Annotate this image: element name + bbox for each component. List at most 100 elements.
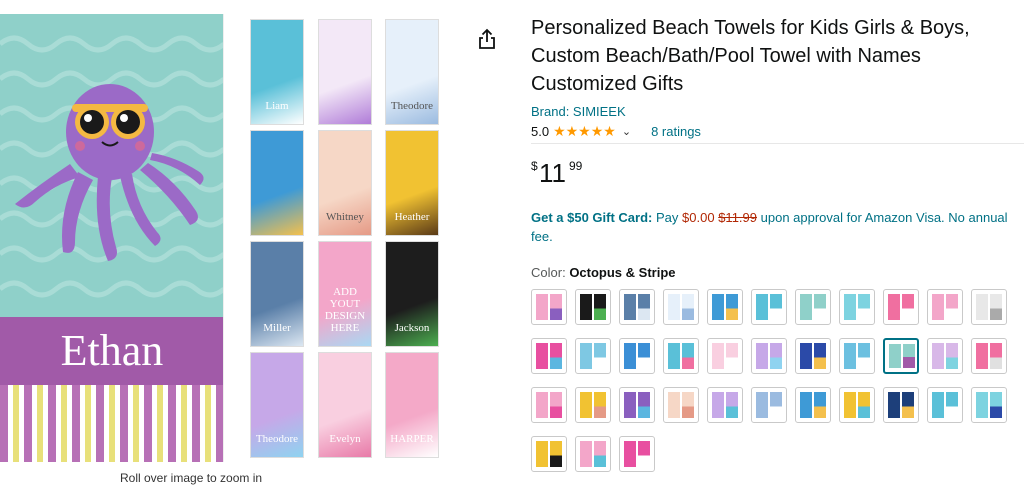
swatch-towel-preview bbox=[668, 343, 680, 369]
swatch-towel-preview bbox=[536, 294, 548, 320]
personalized-name: Ethan bbox=[60, 326, 164, 375]
color-swatch[interactable] bbox=[751, 289, 787, 325]
color-swatch[interactable] bbox=[883, 289, 919, 325]
product-thumbnail[interactable]: Heather bbox=[385, 130, 439, 236]
color-swatch[interactable] bbox=[795, 387, 831, 423]
color-swatch[interactable] bbox=[839, 289, 875, 325]
swatch-towel-preview bbox=[902, 392, 914, 418]
color-swatch[interactable] bbox=[663, 289, 699, 325]
color-swatch[interactable] bbox=[795, 289, 831, 325]
swatch-towel-preview bbox=[888, 392, 900, 418]
color-swatch[interactable] bbox=[531, 387, 567, 423]
product-thumbnail[interactable]: Jackson bbox=[385, 241, 439, 347]
product-thumbnail[interactable] bbox=[318, 19, 372, 125]
color-swatch[interactable] bbox=[663, 338, 699, 374]
swatch-towel-preview bbox=[858, 294, 870, 320]
swatch-towel-preview bbox=[946, 392, 958, 418]
brand-link[interactable]: Brand: SIMIEEK bbox=[531, 104, 626, 119]
color-swatch[interactable] bbox=[883, 338, 919, 374]
rating-value: 5.0 bbox=[531, 123, 550, 139]
swatch-towel-preview bbox=[756, 343, 768, 369]
color-swatch[interactable] bbox=[927, 338, 963, 374]
thumbnail-label: Miller bbox=[263, 322, 291, 334]
gift-card-offer[interactable]: Get a $50 Gift Card: Pay $0.00 $11.99 up… bbox=[531, 208, 1021, 246]
thumbnail-label: HARPER bbox=[390, 433, 434, 445]
swatch-towel-preview bbox=[756, 294, 768, 320]
image-background bbox=[0, 14, 223, 317]
swatch-towel-preview bbox=[550, 441, 562, 467]
swatch-towel-preview bbox=[889, 344, 901, 368]
color-swatch[interactable] bbox=[663, 387, 699, 423]
swatch-towel-preview bbox=[550, 392, 562, 418]
chevron-down-icon[interactable]: ⌄ bbox=[622, 125, 631, 138]
color-swatch[interactable] bbox=[531, 338, 567, 374]
product-thumbnail[interactable]: Theodore bbox=[385, 19, 439, 125]
swatch-towel-preview bbox=[990, 343, 1002, 369]
color-swatch[interactable] bbox=[839, 338, 875, 374]
thumbnail-label: Whitney bbox=[326, 211, 364, 223]
swatch-towel-preview bbox=[638, 392, 650, 418]
product-thumbnail[interactable] bbox=[250, 130, 304, 236]
swatch-towel-preview bbox=[800, 343, 812, 369]
color-swatch[interactable] bbox=[575, 338, 611, 374]
color-swatch[interactable] bbox=[971, 387, 1007, 423]
color-swatch[interactable] bbox=[883, 387, 919, 423]
thumbnail-label: Jackson bbox=[394, 322, 430, 334]
ratings-count-link[interactable]: 8 ratings bbox=[651, 124, 701, 139]
product-thumbnail[interactable]: Miller bbox=[250, 241, 304, 347]
product-thumbnail[interactable]: Theodore bbox=[250, 352, 304, 458]
color-swatch[interactable] bbox=[927, 289, 963, 325]
swatch-towel-preview bbox=[624, 392, 636, 418]
color-swatch[interactable] bbox=[751, 387, 787, 423]
color-swatch[interactable] bbox=[971, 289, 1007, 325]
name-band: Ethan bbox=[0, 317, 223, 385]
swatch-towel-preview bbox=[770, 294, 782, 320]
product-thumbnail[interactable]: Liam bbox=[250, 19, 304, 125]
color-swatch[interactable] bbox=[575, 289, 611, 325]
star-rating-icon[interactable]: ★★★★★ bbox=[553, 123, 616, 140]
product-thumbnail[interactable]: HARPER bbox=[385, 352, 439, 458]
color-swatch[interactable] bbox=[531, 436, 567, 472]
color-swatch[interactable] bbox=[751, 338, 787, 374]
share-icon[interactable] bbox=[476, 28, 498, 50]
color-swatch[interactable] bbox=[619, 387, 655, 423]
color-swatch[interactable] bbox=[707, 387, 743, 423]
product-thumbnail[interactable]: Whitney bbox=[318, 130, 372, 236]
swatch-towel-preview bbox=[536, 441, 548, 467]
stripe-pattern bbox=[0, 385, 223, 462]
swatch-towel-preview bbox=[726, 392, 738, 418]
thumbnail-label: Theodore bbox=[390, 100, 434, 112]
color-swatch[interactable] bbox=[619, 436, 655, 472]
swatch-towel-preview bbox=[712, 392, 724, 418]
swatch-towel-preview bbox=[550, 294, 562, 320]
swatch-towel-preview bbox=[638, 294, 650, 320]
swatch-towel-preview bbox=[844, 392, 856, 418]
color-swatch[interactable] bbox=[619, 289, 655, 325]
swatch-towel-preview bbox=[638, 343, 650, 369]
gift-price: $0.00 bbox=[682, 210, 715, 225]
swatch-towel-preview bbox=[682, 343, 694, 369]
color-swatch[interactable] bbox=[707, 338, 743, 374]
main-product-image[interactable]: Ethan bbox=[0, 14, 224, 462]
color-swatch[interactable] bbox=[531, 289, 567, 325]
swatch-towel-preview bbox=[624, 441, 636, 467]
color-swatch[interactable] bbox=[927, 387, 963, 423]
color-swatch[interactable] bbox=[795, 338, 831, 374]
swatch-towel-preview bbox=[976, 294, 988, 320]
color-swatch[interactable] bbox=[707, 289, 743, 325]
color-swatch[interactable] bbox=[619, 338, 655, 374]
thumbnail-label: ADD YOUT DESIGN HERE bbox=[324, 286, 366, 334]
swatch-towel-preview bbox=[624, 343, 636, 369]
color-swatch[interactable] bbox=[971, 338, 1007, 374]
thumbnail-label: Theodore bbox=[255, 433, 299, 445]
product-thumbnail[interactable]: Evelyn bbox=[318, 352, 372, 458]
swatch-towel-preview bbox=[932, 392, 944, 418]
color-swatch[interactable] bbox=[575, 387, 611, 423]
color-swatch[interactable] bbox=[839, 387, 875, 423]
thumbnail-label: Heather bbox=[394, 211, 430, 223]
product-thumbnail[interactable]: ADD YOUT DESIGN HERE bbox=[318, 241, 372, 347]
color-swatch[interactable] bbox=[575, 436, 611, 472]
swatch-towel-preview bbox=[594, 294, 606, 320]
swatch-towel-preview bbox=[770, 392, 782, 418]
color-swatch-grid bbox=[531, 289, 1024, 474]
